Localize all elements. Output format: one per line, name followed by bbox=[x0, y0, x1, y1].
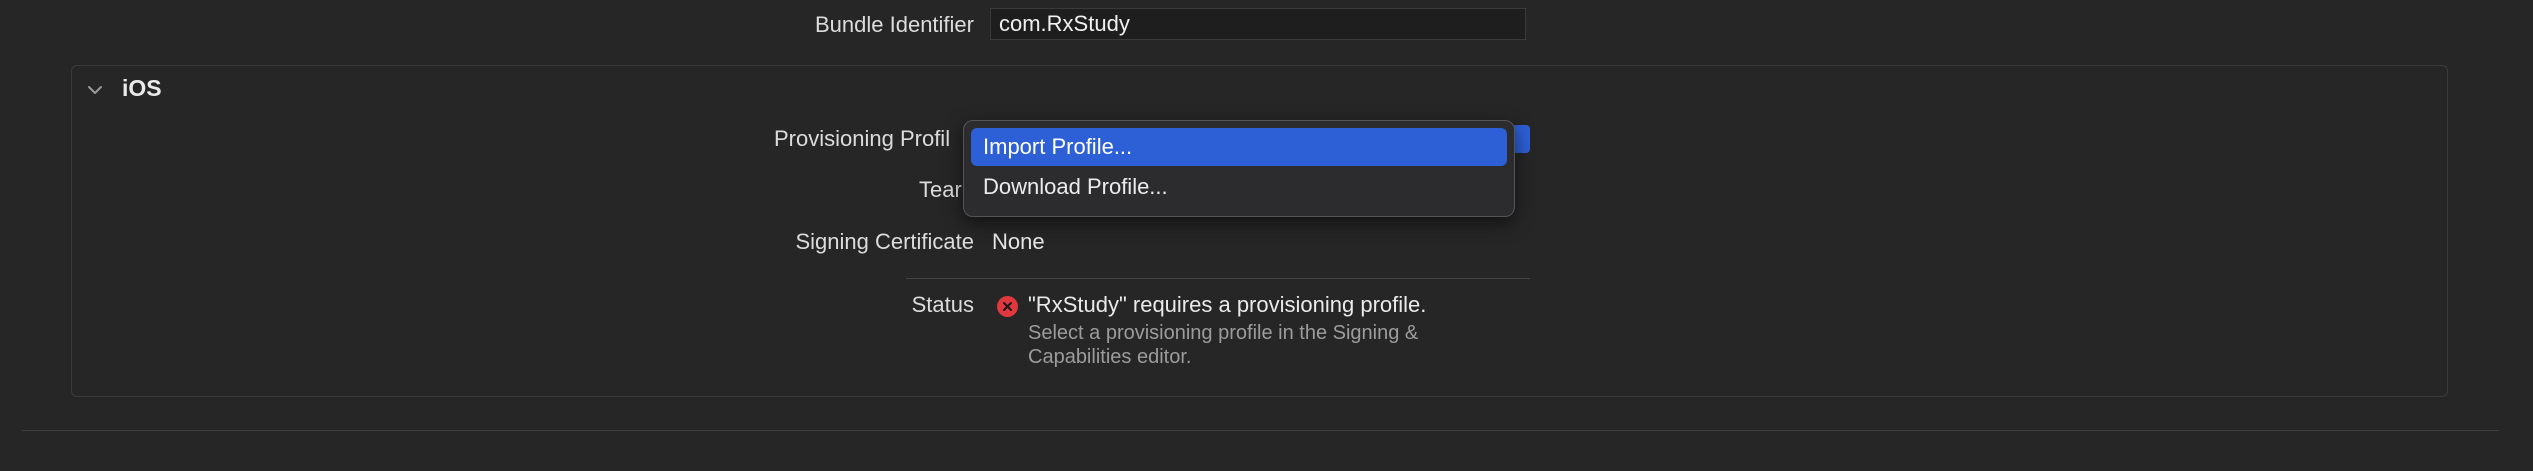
row-divider bbox=[906, 278, 1530, 279]
status-label: Status bbox=[911, 292, 974, 317]
section-title-ios[interactable]: iOS bbox=[122, 75, 162, 102]
signing-certificate-label: Signing Certificate bbox=[795, 229, 974, 254]
signing-settings-window: Bundle Identifier com.RxStudy iOS Provis… bbox=[0, 0, 2533, 471]
status-message: "RxStudy" requires a provisioning profil… bbox=[1028, 292, 1427, 317]
status-detail: Select a provisioning profile in the Sig… bbox=[1028, 322, 1419, 368]
menu-item-download-profile[interactable]: Download Profile... bbox=[971, 168, 1507, 206]
bundle-identifier-field[interactable]: com.RxStudy bbox=[990, 8, 1526, 40]
provisioning-profile-menu: Import Profile... Download Profile... bbox=[963, 120, 1515, 217]
bundle-identifier-label: Bundle Identifier bbox=[815, 12, 974, 37]
error-x-icon bbox=[997, 296, 1018, 317]
section-divider bbox=[22, 430, 2499, 431]
chevron-down-icon[interactable] bbox=[85, 80, 105, 100]
signing-certificate-value: None bbox=[992, 229, 1045, 254]
menu-item-import-profile[interactable]: Import Profile... bbox=[971, 128, 1507, 166]
provisioning-profile-label: Provisioning Profil bbox=[774, 126, 951, 151]
team-label: Tear bbox=[919, 177, 962, 202]
